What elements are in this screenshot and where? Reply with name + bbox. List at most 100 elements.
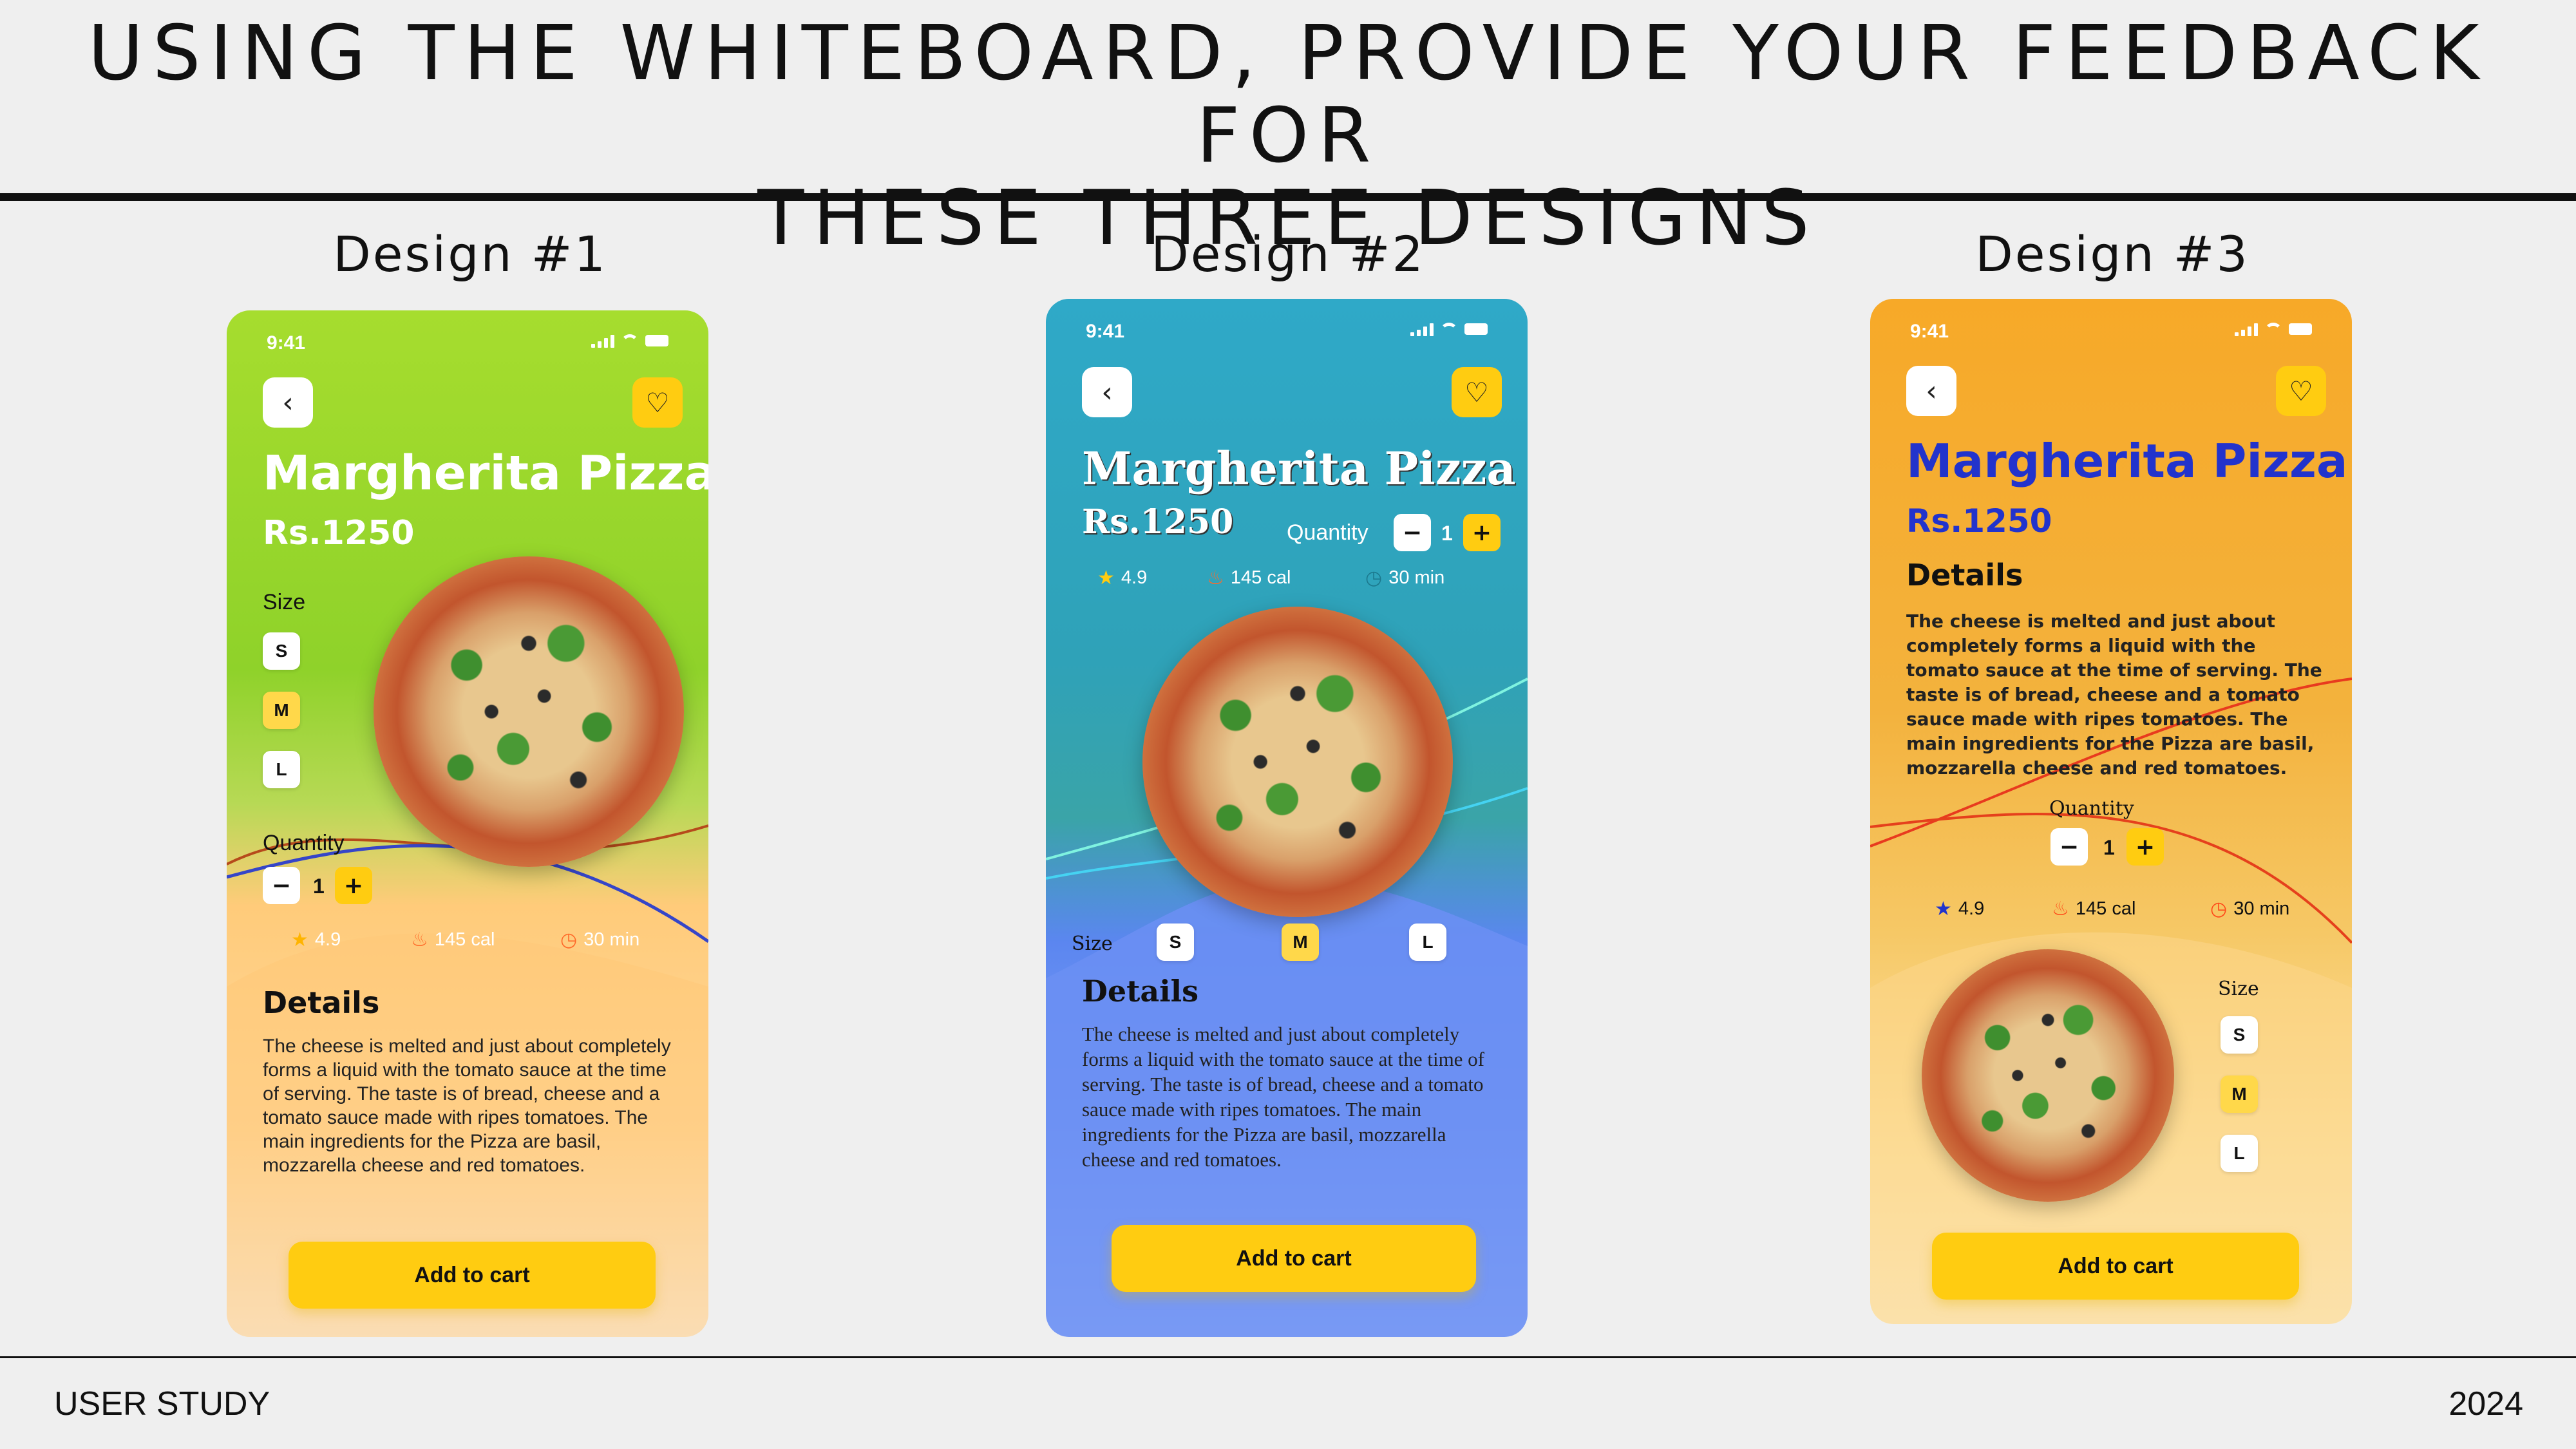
quantity-label: Quantity <box>263 831 345 855</box>
details-heading: Details <box>1906 558 2023 592</box>
size-option-s[interactable]: S <box>2221 1016 2258 1054</box>
add-to-cart-button[interactable]: Add to cart <box>289 1242 656 1309</box>
minus-icon: − <box>271 872 292 899</box>
time-stat: ◷ 30 min <box>1365 567 1444 589</box>
chevron-left-icon: ‹ <box>282 386 294 419</box>
clock-icon: ◷ <box>1365 567 1383 589</box>
size-option-l[interactable]: L <box>1409 923 1446 961</box>
product-title: Margherita Pizza <box>1082 442 1516 495</box>
back-button[interactable]: ‹ <box>1082 367 1132 417</box>
quantity-value: 1 <box>1441 522 1453 545</box>
flame-icon: ♨ <box>411 929 428 951</box>
size-option-l[interactable]: L <box>2221 1135 2258 1172</box>
back-button[interactable]: ‹ <box>263 377 313 428</box>
status-time: 9:41 <box>1086 321 1125 342</box>
size-option-l[interactable]: L <box>263 751 300 788</box>
wifi-icon <box>1440 323 1458 336</box>
header-divider <box>0 193 2576 201</box>
star-icon: ★ <box>1097 567 1115 589</box>
plus-icon: + <box>1472 519 1492 546</box>
product-title: Margherita Pizza <box>1906 434 2348 488</box>
size-option-m[interactable]: M <box>263 692 300 729</box>
time-value: 30 min <box>2233 898 2290 919</box>
quantity-label: Quantity <box>2049 797 2134 820</box>
rating-value: 4.9 <box>1121 567 1148 588</box>
details-text: The cheese is melted and just about comp… <box>263 1036 671 1176</box>
clock-icon: ◷ <box>560 929 578 951</box>
plus-icon: + <box>2135 833 2155 860</box>
minus-icon: − <box>1402 519 1423 546</box>
product-price: Rs.1250 <box>1082 502 1234 542</box>
quantity-increase-button[interactable]: + <box>1463 514 1501 551</box>
signal-icon <box>591 334 614 348</box>
product-price: Rs.1250 <box>1906 502 2052 540</box>
favorite-button[interactable]: ♡ <box>632 377 683 428</box>
design-1-phone: 9:41 ‹ ♡ Margherita Pizza Rs.1250 Size S… <box>227 310 708 1337</box>
heart-icon: ♡ <box>645 386 670 419</box>
rating-value: 4.9 <box>314 929 341 950</box>
signal-icon <box>2235 322 2258 336</box>
plus-icon: + <box>343 872 364 899</box>
quantity-increase-button[interactable]: + <box>2126 828 2164 866</box>
design-1-label: Design #1 <box>333 225 607 283</box>
size-option-s[interactable]: S <box>1157 923 1194 961</box>
design-2-label: Design #2 <box>1151 225 1425 283</box>
wifi-icon <box>2264 323 2282 336</box>
quantity-decrease-button[interactable]: − <box>2050 828 2088 866</box>
pizza-image <box>1922 949 2174 1202</box>
footer-label: USER STUDY <box>54 1385 270 1423</box>
slide-title-line-1: USING THE WHITEBOARD, PROVIDE YOUR FEEDB… <box>88 8 2488 180</box>
footer-divider <box>0 1356 2576 1358</box>
battery-icon <box>1464 323 1488 335</box>
design-3-label: Design #3 <box>1975 225 2249 283</box>
pizza-image <box>1142 607 1453 917</box>
status-time: 9:41 <box>1910 321 1949 342</box>
heart-icon: ♡ <box>1464 376 1489 408</box>
minus-icon: − <box>2059 833 2079 860</box>
details-text: The cheese is melted and just about comp… <box>1906 611 2322 779</box>
design-2-phone: 9:41 ‹ ♡ Margherita Pizza Rs.1250 Quanti… <box>1046 299 1528 1337</box>
size-label: Size <box>1072 933 1113 955</box>
quantity-value: 1 <box>313 875 325 898</box>
add-to-cart-button[interactable]: Add to cart <box>1112 1225 1476 1292</box>
size-label: Size <box>2218 978 2259 1000</box>
details-heading: Details <box>263 985 380 1020</box>
calories-stat: ♨ 145 cal <box>2052 898 2136 920</box>
favorite-button[interactable]: ♡ <box>2276 366 2326 416</box>
size-label: Size <box>263 590 306 614</box>
calories-stat: ♨ 145 cal <box>1207 567 1291 589</box>
time-value: 30 min <box>1388 567 1445 588</box>
heart-icon: ♡ <box>2289 375 2313 407</box>
wifi-icon <box>621 334 639 347</box>
product-title: Margherita Pizza <box>263 446 708 501</box>
quantity-decrease-button[interactable]: − <box>1394 514 1431 551</box>
status-icons <box>2235 322 2312 336</box>
size-option-s[interactable]: S <box>263 632 300 670</box>
quantity-increase-button[interactable]: + <box>335 867 372 904</box>
star-icon: ★ <box>291 929 308 951</box>
size-option-m[interactable]: M <box>2221 1075 2258 1113</box>
favorite-button[interactable]: ♡ <box>1452 367 1502 417</box>
chevron-left-icon: ‹ <box>1101 375 1113 409</box>
flame-icon: ♨ <box>1207 567 1224 589</box>
star-icon: ★ <box>1935 898 1952 920</box>
status-icons <box>591 334 668 348</box>
rating-stat: ★ 4.9 <box>1097 567 1147 589</box>
time-value: 30 min <box>583 929 640 950</box>
calories-value: 145 cal <box>2075 898 2136 919</box>
design-3-phone: 9:41 ‹ ♡ Margherita Pizza Rs.1250 Detail… <box>1870 299 2352 1324</box>
add-to-cart-button[interactable]: Add to cart <box>1932 1233 2299 1300</box>
chevron-left-icon: ‹ <box>1926 374 1937 408</box>
footer-year: 2024 <box>2448 1385 2523 1423</box>
back-button[interactable]: ‹ <box>1906 366 1956 416</box>
battery-icon <box>645 335 668 346</box>
calories-value: 145 cal <box>1230 567 1291 588</box>
details-text: The cheese is melted and just about comp… <box>1082 1023 1485 1171</box>
quantity-decrease-button[interactable]: − <box>263 867 300 904</box>
rating-value: 4.9 <box>1958 898 1985 919</box>
quantity-value: 1 <box>2103 836 2115 859</box>
battery-icon <box>2289 323 2312 335</box>
slide-title: USING THE WHITEBOARD, PROVIDE YOUR FEEDB… <box>0 12 2576 259</box>
pizza-image <box>374 556 684 867</box>
size-option-m[interactable]: M <box>1282 923 1319 961</box>
